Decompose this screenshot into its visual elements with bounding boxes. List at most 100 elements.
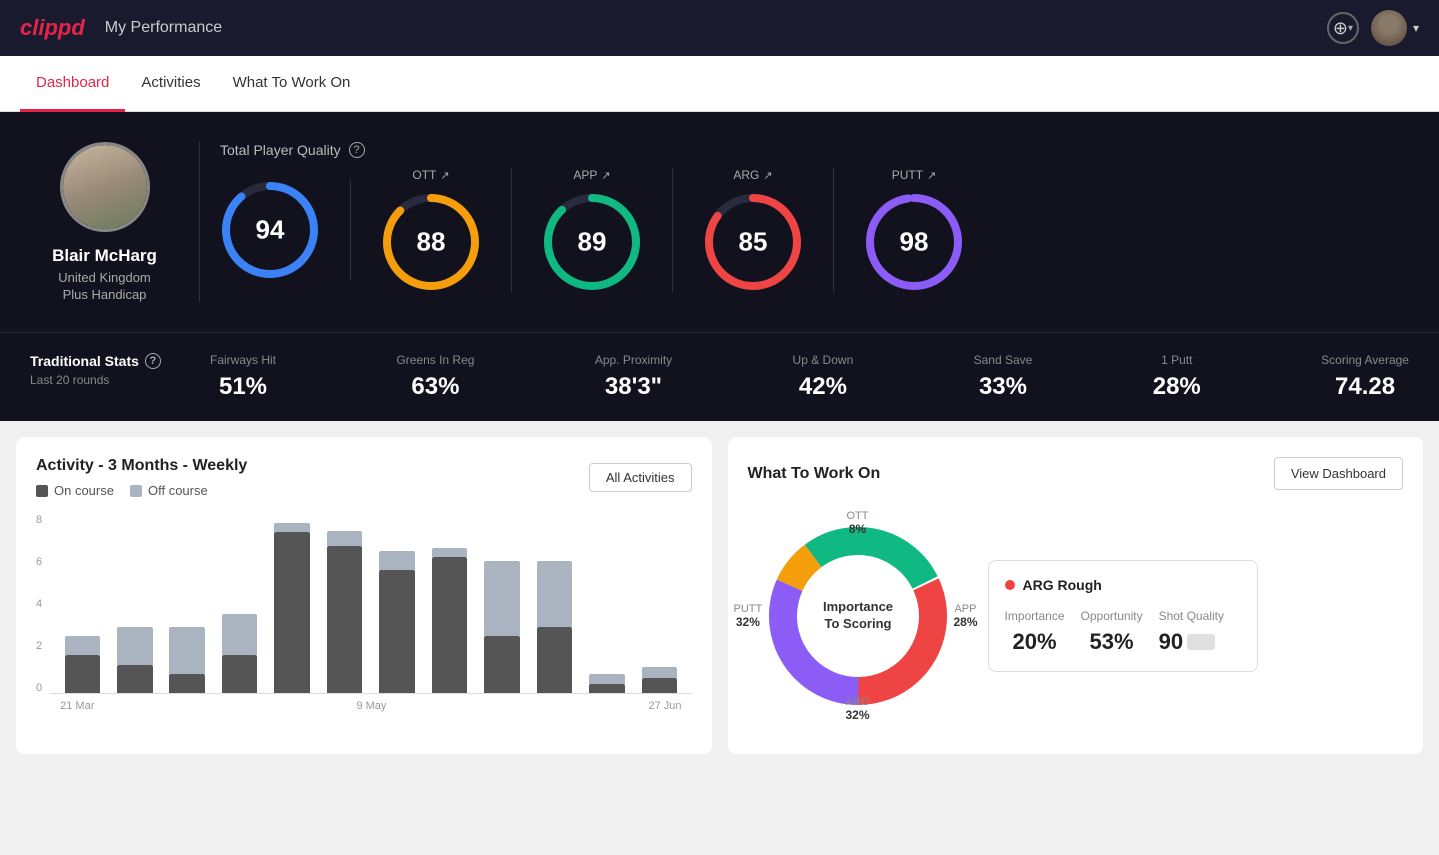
score-arg: ARG ↗ 85: [673, 168, 834, 292]
bar-group-11: [637, 514, 681, 693]
avatar-image: [1371, 10, 1407, 46]
bar-group-0: [60, 514, 104, 693]
header-left: clippd My Performance: [20, 15, 222, 41]
quality-label: Total Player Quality ?: [220, 142, 1409, 158]
arg-donut-label: ARG 32%: [845, 696, 869, 722]
on-course-dot: [36, 485, 48, 497]
bar-group-3: [217, 514, 261, 693]
stats-info-icon[interactable]: ?: [145, 353, 161, 369]
activity-panel-header: Activity - 3 Months - Weekly On course O…: [36, 457, 692, 498]
circle-app: 89: [542, 192, 642, 292]
app-label: APP ↗: [573, 168, 610, 182]
info-card-title: ARG Rough: [1005, 577, 1241, 593]
activity-panel: Activity - 3 Months - Weekly On course O…: [16, 437, 712, 754]
bar-group-4: [270, 514, 314, 693]
info-card: ARG Rough Importance 20% Opportunity 53%…: [988, 560, 1258, 672]
app-value: 89: [578, 227, 607, 258]
app-arrow-icon: ↗: [601, 169, 610, 182]
quality-scores: 94 OTT ↗ 88 AP: [220, 168, 1409, 292]
tab-dashboard[interactable]: Dashboard: [20, 56, 125, 112]
arg-arrow-icon: ↗: [763, 169, 772, 182]
stat-oneputt: 1 Putt 28%: [1153, 353, 1201, 401]
bar-group-5: [322, 514, 366, 693]
stats-items: Fairways Hit 51% Greens In Reg 63% App. …: [210, 353, 1409, 401]
hero-section: Blair McHarg United Kingdom Plus Handica…: [0, 112, 1439, 332]
y-axis: 8 6 4 2 0: [36, 514, 50, 694]
score-total: 94: [220, 180, 351, 280]
metric-opportunity: Opportunity 53%: [1081, 609, 1143, 655]
tab-activities[interactable]: Activities: [125, 56, 216, 112]
nav-tabs: Dashboard Activities What To Work On: [0, 56, 1439, 112]
player-avatar-image: [63, 145, 147, 229]
bar-group-1: [113, 514, 157, 693]
player-country: United Kingdom: [58, 270, 151, 285]
arg-label: ARG ↗: [733, 168, 772, 182]
player-handicap: Plus Handicap: [63, 287, 147, 302]
ott-value: 88: [417, 227, 446, 258]
stat-updown: Up & Down 42%: [793, 353, 854, 401]
app-donut-label: APP 28%: [953, 603, 977, 629]
stat-fairways: Fairways Hit 51%: [210, 353, 276, 401]
ott-label: OTT ↗: [412, 168, 449, 182]
stat-sandsave: Sand Save 33%: [974, 353, 1033, 401]
player-avatar: [60, 142, 150, 232]
bar-group-8: [480, 514, 524, 693]
legend-off-course: Off course: [130, 483, 208, 498]
chart-area: 8 6 4 2 0 21 Mar 9 May 27 Jun: [36, 514, 692, 734]
metric-shot-quality: Shot Quality 90: [1159, 609, 1224, 655]
svg-text:Importance: Importance: [822, 599, 892, 614]
legend-on-course: On course: [36, 483, 114, 498]
info-card-metrics: Importance 20% Opportunity 53% Shot Qual…: [1005, 609, 1241, 655]
player-name: Blair McHarg: [52, 246, 157, 266]
off-course-dot: [130, 485, 142, 497]
stats-sublabel: Last 20 rounds: [30, 373, 190, 387]
putt-arrow-icon: ↗: [927, 169, 936, 182]
arg-value: 85: [739, 227, 768, 258]
score-putt: PUTT ↗ 98: [834, 168, 994, 292]
bar-group-10: [585, 514, 629, 693]
add-button[interactable]: ⊕ ▾: [1327, 12, 1359, 44]
score-ott: OTT ↗ 88: [351, 168, 512, 292]
donut-chart: Importance To Scoring OTT 8% APP 28% ARG…: [748, 506, 968, 726]
view-dashboard-button[interactable]: View Dashboard: [1274, 457, 1403, 490]
donut-svg: Importance To Scoring: [748, 506, 968, 726]
ott-arrow-icon: ↗: [440, 169, 449, 182]
stat-greens: Greens In Reg 63%: [396, 353, 474, 401]
metric-importance: Importance 20%: [1005, 609, 1065, 655]
player-info: Blair McHarg United Kingdom Plus Handica…: [30, 142, 200, 302]
stat-scoring: Scoring Average 74.28: [1321, 353, 1409, 401]
putt-value: 98: [900, 227, 929, 258]
x-axis: 21 Mar 9 May 27 Jun: [50, 694, 691, 712]
quality-info-icon[interactable]: ?: [349, 142, 365, 158]
bar-group-7: [427, 514, 471, 693]
tab-what-to-work-on[interactable]: What To Work On: [217, 56, 367, 112]
all-activities-button[interactable]: All Activities: [589, 463, 692, 492]
activity-title: Activity - 3 Months - Weekly: [36, 457, 247, 475]
user-menu[interactable]: ▾: [1371, 10, 1419, 46]
putt-donut-label: PUTT 32%: [734, 603, 763, 629]
user-dropdown-arrow: ▾: [1413, 21, 1419, 35]
svg-text:To Scoring: To Scoring: [824, 616, 891, 631]
circle-arg: 85: [703, 192, 803, 292]
bar-group-9: [532, 514, 576, 693]
stats-label: Traditional Stats ?: [30, 353, 190, 369]
logo: clippd: [20, 15, 85, 41]
avatar: [1371, 10, 1407, 46]
header-right: ⊕ ▾ ▾: [1327, 10, 1419, 46]
quality-section: Total Player Quality ? 94 OTT ↗: [220, 142, 1409, 302]
stats-label-section: Traditional Stats ? Last 20 rounds: [30, 353, 190, 387]
score-app: APP ↗ 89: [512, 168, 673, 292]
work-on-panel: What To Work On View Dashboard Importanc: [728, 437, 1424, 754]
traditional-stats-bar: Traditional Stats ? Last 20 rounds Fairw…: [0, 332, 1439, 421]
circle-ott: 88: [381, 192, 481, 292]
total-value: 94: [256, 215, 285, 246]
bar-group-2: [165, 514, 209, 693]
header: clippd My Performance ⊕ ▾ ▾: [0, 0, 1439, 56]
shot-quality-badge: [1187, 634, 1215, 650]
bar-group-6: [375, 514, 419, 693]
stat-proximity: App. Proximity 38'3": [595, 353, 672, 401]
header-title: My Performance: [105, 19, 222, 37]
info-dot: [1005, 580, 1015, 590]
work-on-title: What To Work On: [748, 465, 881, 483]
work-on-content: Importance To Scoring OTT 8% APP 28% ARG…: [748, 506, 1404, 726]
